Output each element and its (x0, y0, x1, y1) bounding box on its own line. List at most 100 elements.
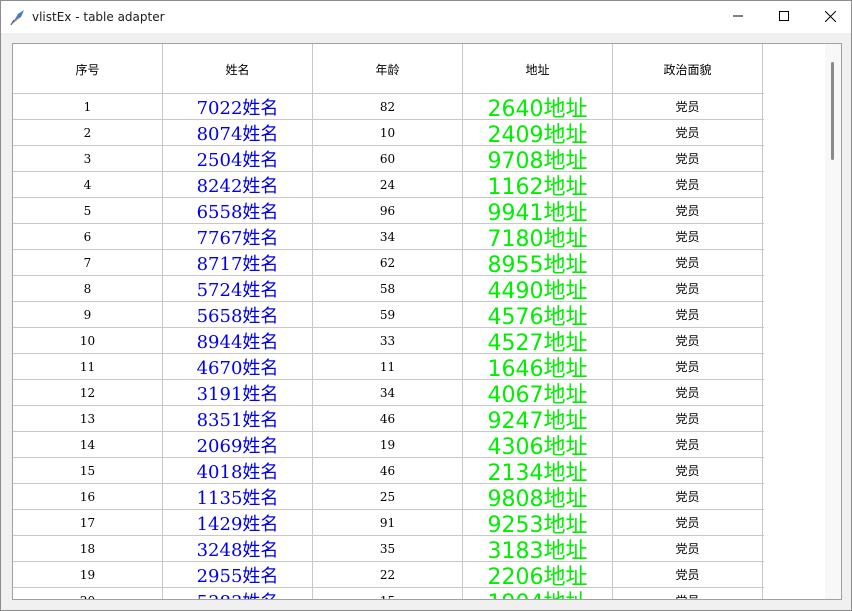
table-row[interactable]: 5 6558姓名 96 9941地址 党员 (13, 198, 764, 224)
table-row[interactable]: 205383姓名151904地址党员 (13, 588, 764, 599)
cell-political-status: 党员 (613, 198, 763, 223)
cell-name: 5383姓名 (163, 588, 313, 599)
cell-age: 46 (313, 406, 463, 431)
window-title: vlistEx - table adapter (32, 10, 165, 24)
cell-index: 7 (13, 250, 163, 275)
cell-age: 24 (313, 172, 463, 197)
header-address[interactable]: 地址 (463, 44, 613, 94)
table-row[interactable]: 7 8717姓名 62 8955地址 党员 (13, 250, 764, 276)
table-row[interactable]: 2 8074姓名 10 2409地址 党员 (13, 120, 764, 146)
cell-address: 9941地址 (463, 198, 613, 223)
cell-index: 11 (13, 354, 163, 379)
table-row[interactable]: 3 2504姓名 60 9708地址 党员 (13, 146, 764, 172)
cell-name: 8717姓名 (163, 250, 313, 275)
cell-address: 2409地址 (463, 120, 613, 145)
cell-name: 8351姓名 (163, 406, 313, 431)
cell-political-status: 党员 (613, 354, 763, 379)
scrollbar-thumb[interactable] (831, 62, 834, 160)
cell-address: 1162地址 (463, 172, 613, 197)
table-header: 序号 姓名 年龄 地址 政治面貌 (13, 44, 764, 94)
table-row[interactable]: 18 3248姓名 35 3183地址 党员 (13, 536, 764, 562)
cell-political-status: 党员 (613, 120, 763, 145)
cell-age: 15 (313, 588, 463, 599)
close-button[interactable] (807, 1, 851, 31)
cell-index: 6 (13, 224, 163, 249)
vertical-scrollbar[interactable] (825, 44, 841, 599)
cell-name: 5658姓名 (163, 302, 313, 327)
table-row[interactable]: 4 8242姓名 24 1162地址 党员 (13, 172, 764, 198)
cell-name: 6558姓名 (163, 198, 313, 223)
cell-political-status: 党员 (613, 458, 763, 483)
minimize-button[interactable] (715, 1, 761, 31)
cell-political-status: 党员 (613, 380, 763, 405)
cell-name: 2504姓名 (163, 146, 313, 171)
cell-index: 8 (13, 276, 163, 301)
cell-index: 5 (13, 198, 163, 223)
cell-address: 2206地址 (463, 562, 613, 587)
cell-political-status: 党员 (613, 406, 763, 431)
cell-age: 22 (313, 562, 463, 587)
cell-index: 20 (13, 588, 163, 599)
cell-age: 96 (313, 198, 463, 223)
table-row[interactable]: 9 5658姓名 59 4576地址 党员 (13, 302, 764, 328)
header-index[interactable]: 序号 (13, 44, 163, 94)
cell-political-status: 党员 (613, 328, 763, 353)
cell-political-status: 党员 (613, 562, 763, 587)
table-row[interactable]: 12 3191姓名 34 4067地址 党员 (13, 380, 764, 406)
cell-political-status: 党员 (613, 224, 763, 249)
cell-address: 4067地址 (463, 380, 613, 405)
cell-index: 3 (13, 146, 163, 171)
cell-index: 15 (13, 458, 163, 483)
cell-age: 33 (313, 328, 463, 353)
close-icon (824, 10, 836, 22)
cell-name: 8944姓名 (163, 328, 313, 353)
table-row[interactable]: 8 5724姓名 58 4490地址 党员 (13, 276, 764, 302)
table-list-view[interactable]: 序号 姓名 年龄 地址 政治面貌 1 7022姓名 82 2640地址 党员 2 8074姓… (12, 43, 842, 600)
cell-name: 2069姓名 (163, 432, 313, 457)
cell-index: 4 (13, 172, 163, 197)
cell-political-status: 党员 (613, 536, 763, 561)
table-row[interactable]: 13 8351姓名 46 9247地址 党员 (13, 406, 764, 432)
cell-name: 7767姓名 (163, 224, 313, 249)
header-age[interactable]: 年龄 (313, 44, 463, 94)
table-row[interactable]: 19 2955姓名 22 2206地址 党员 (13, 562, 764, 588)
cell-age: 35 (313, 536, 463, 561)
table-row[interactable]: 17 1429姓名 91 9253地址 党员 (13, 510, 764, 536)
cell-address: 9253地址 (463, 510, 613, 535)
cell-name: 4670姓名 (163, 354, 313, 379)
cell-name: 1135姓名 (163, 484, 313, 509)
cell-address: 4306地址 (463, 432, 613, 457)
cell-address: 9247地址 (463, 406, 613, 431)
cell-age: 10 (313, 120, 463, 145)
table-row[interactable]: 16 1135姓名 25 9808地址 党员 (13, 484, 764, 510)
cell-index: 19 (13, 562, 163, 587)
cell-age: 59 (313, 302, 463, 327)
cell-political-status: 党员 (613, 94, 763, 119)
header-name[interactable]: 姓名 (163, 44, 313, 94)
table-row[interactable]: 10 8944姓名 33 4527地址 党员 (13, 328, 764, 354)
cell-address: 4527地址 (463, 328, 613, 353)
cell-name: 5724姓名 (163, 276, 313, 301)
cell-name: 2955姓名 (163, 562, 313, 587)
maximize-icon (779, 11, 789, 21)
maximize-button[interactable] (761, 1, 807, 31)
cell-index: 9 (13, 302, 163, 327)
table-row[interactable]: 14 2069姓名 19 4306地址 党员 (13, 432, 764, 458)
cell-age: 11 (313, 354, 463, 379)
table-row[interactable]: 6 7767姓名 34 7180地址 党员 (13, 224, 764, 250)
cell-address: 7180地址 (463, 224, 613, 249)
cell-age: 34 (313, 224, 463, 249)
title-bar[interactable]: vlistEx - table adapter (1, 1, 851, 33)
cell-address: 9808地址 (463, 484, 613, 509)
table-row[interactable]: 1 7022姓名 82 2640地址 党员 (13, 94, 764, 120)
cell-political-status: 党员 (613, 250, 763, 275)
header-political-status[interactable]: 政治面貌 (613, 44, 763, 94)
cell-index: 10 (13, 328, 163, 353)
cell-age: 19 (313, 432, 463, 457)
cell-name: 7022姓名 (163, 94, 313, 119)
cell-index: 12 (13, 380, 163, 405)
cell-name: 3248姓名 (163, 536, 313, 561)
cell-political-status: 党员 (613, 302, 763, 327)
table-row[interactable]: 15 4018姓名 46 2134地址 党员 (13, 458, 764, 484)
table-row[interactable]: 11 4670姓名 11 1646地址 党员 (13, 354, 764, 380)
